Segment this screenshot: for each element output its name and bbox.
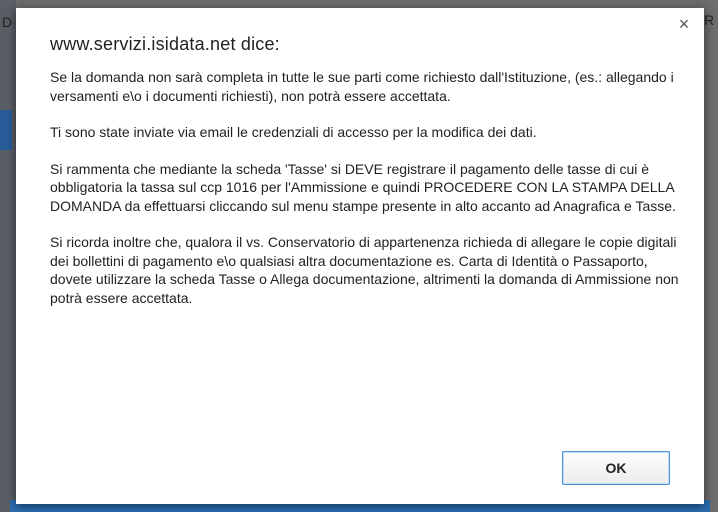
background-text-left: D (2, 14, 13, 30)
message-paragraph: Ti sono state inviate via email le crede… (50, 124, 537, 140)
message-paragraph: Si ricorda inoltre che, qualora il vs. C… (50, 234, 679, 306)
background-text-right: R (704, 12, 715, 28)
background-blue-tab (0, 110, 12, 150)
alert-dialog: www.servizi.isidata.net dice: × Se la do… (16, 8, 704, 504)
message-paragraph: Si rammenta che mediante la scheda 'Tass… (50, 160, 676, 214)
close-icon[interactable]: × (674, 14, 694, 34)
background-page-edge (0, 0, 16, 512)
ok-button[interactable]: OK (562, 451, 670, 485)
dialog-message: Se la domanda non sarà completa in tutte… (50, 68, 680, 325)
dialog-title: www.servizi.isidata.net dice: (50, 34, 280, 54)
message-paragraph: Se la domanda non sarà completa in tutte… (50, 69, 674, 104)
